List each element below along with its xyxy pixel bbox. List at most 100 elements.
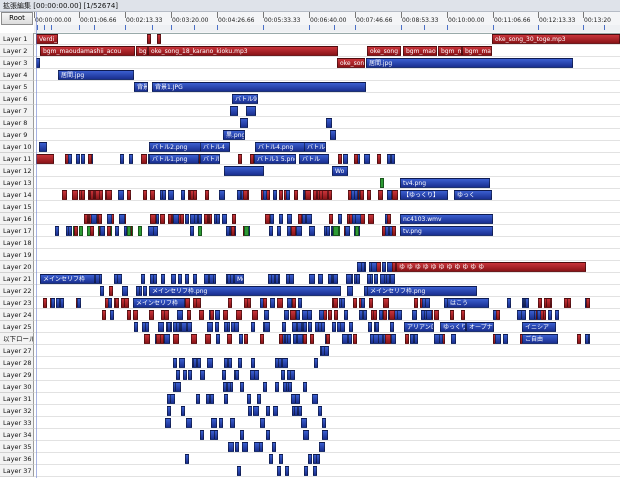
timeline-clip[interactable] — [173, 358, 177, 368]
timeline-clip[interactable] — [349, 322, 353, 332]
timeline-clip[interactable] — [273, 190, 277, 200]
timeline-clip[interactable] — [340, 322, 345, 332]
timeline-clip[interactable]: はこう — [447, 298, 489, 308]
timeline-clip[interactable] — [357, 262, 362, 272]
timeline-clip[interactable] — [412, 310, 417, 320]
timeline-clip[interactable] — [129, 154, 133, 164]
timeline-clip[interactable] — [344, 310, 348, 320]
timeline-clip[interactable] — [168, 190, 174, 200]
timeline-clip[interactable] — [290, 370, 295, 380]
timeline-clip[interactable] — [275, 358, 279, 368]
timeline-clip[interactable] — [231, 226, 235, 236]
timeline-clip[interactable] — [234, 322, 239, 332]
timeline-clip[interactable] — [383, 310, 387, 320]
timeline-clip[interactable] — [158, 322, 164, 332]
timeline-clip[interactable]: メインセリフ枠.png — [367, 286, 477, 296]
timeline-clip[interactable] — [461, 310, 465, 320]
timeline-clip[interactable] — [222, 214, 227, 224]
timeline-clip[interactable] — [270, 298, 275, 308]
timeline-clip[interactable] — [150, 214, 156, 224]
layer-row[interactable] — [34, 381, 620, 393]
ruler-scene-marker[interactable] — [355, 25, 356, 30]
timeline-clip[interactable] — [160, 214, 165, 224]
layer-name[interactable]: Layer 8 — [0, 117, 34, 129]
timeline-clip[interactable] — [36, 154, 54, 164]
layer-name[interactable]: Layer 12 — [0, 165, 34, 177]
timeline-clip[interactable] — [318, 406, 322, 416]
timeline-clip[interactable] — [260, 418, 265, 428]
timeline-clip[interactable] — [199, 310, 204, 320]
timeline-clip[interactable]: バトル1 5.png — [254, 154, 296, 164]
layer-name[interactable]: Layer 1 — [0, 33, 34, 45]
timeline-clip[interactable] — [286, 274, 290, 284]
timeline-clip[interactable] — [244, 334, 248, 344]
timeline-clip[interactable] — [283, 382, 287, 392]
timeline-clip[interactable] — [352, 214, 356, 224]
timeline-clip[interactable] — [178, 274, 182, 284]
timeline-clip[interactable] — [303, 382, 307, 392]
timeline-clip[interactable] — [314, 358, 318, 368]
timeline-clip[interactable] — [507, 298, 511, 308]
timeline-clip[interactable] — [321, 346, 325, 356]
timeline-clip[interactable] — [318, 274, 323, 284]
playhead-cursor[interactable] — [36, 12, 37, 478]
timeline-clip[interactable]: ご自由 — [522, 334, 558, 344]
timeline-clip[interactable] — [270, 214, 274, 224]
timeline-clip[interactable] — [223, 310, 228, 320]
layer-row[interactable] — [34, 309, 620, 321]
timeline-clip[interactable] — [176, 370, 180, 380]
timeline-clip[interactable] — [371, 262, 377, 272]
timeline-clip[interactable] — [286, 190, 290, 200]
timeline-clip[interactable] — [451, 334, 456, 344]
layer-row[interactable]: 黒.png — [34, 129, 620, 141]
timeline-clip[interactable] — [253, 406, 259, 416]
root-button[interactable]: Root — [1, 12, 33, 25]
layer-name[interactable]: Layer 34 — [0, 429, 34, 441]
timeline-clip[interactable] — [356, 274, 360, 284]
layer-row[interactable]: 背景 背景1.JPG — [34, 81, 620, 93]
layer-name[interactable]: Layer 3 — [0, 57, 34, 69]
timeline-clip[interactable] — [51, 298, 55, 308]
layer-name[interactable]: Layer 16 — [0, 213, 34, 225]
timeline-clip[interactable] — [224, 358, 228, 368]
timeline-clip[interactable] — [248, 406, 252, 416]
timeline-clip[interactable] — [185, 298, 190, 308]
timeline-clip[interactable] — [138, 226, 142, 236]
timeline-clip[interactable] — [380, 274, 385, 284]
timeline-clip[interactable]: Mo — [234, 274, 244, 284]
timeline-clip[interactable] — [326, 226, 330, 236]
timeline-clip[interactable] — [269, 226, 273, 236]
timeline-clip[interactable] — [240, 430, 244, 440]
timeline-clip[interactable] — [287, 214, 292, 224]
timeline-clip[interactable] — [298, 406, 302, 416]
layer-row[interactable] — [34, 237, 620, 249]
ruler-scene-marker[interactable] — [583, 25, 584, 30]
timeline-clip[interactable] — [273, 406, 278, 416]
timeline-clip[interactable] — [316, 454, 320, 464]
layer-name[interactable]: Layer 22 — [0, 285, 34, 297]
ruler-scene-marker[interactable] — [79, 25, 80, 30]
timeline-clip[interactable] — [368, 214, 374, 224]
timeline-clip[interactable] — [106, 190, 112, 200]
layer-row[interactable] — [34, 249, 620, 261]
timeline-clip[interactable] — [162, 190, 166, 200]
timeline-clip[interactable] — [279, 190, 283, 200]
timeline-clip[interactable] — [205, 334, 211, 344]
timeline-clip[interactable] — [227, 382, 231, 392]
timeline-clip[interactable] — [275, 274, 279, 284]
timeline-clip[interactable] — [228, 298, 232, 308]
layer-name[interactable]: Layer 35 — [0, 441, 34, 453]
layer-name[interactable]: Layer 28 — [0, 357, 34, 369]
timeline-clip[interactable] — [353, 298, 357, 308]
timeline-clip[interactable] — [141, 274, 145, 284]
timeline-clip[interactable] — [391, 334, 396, 344]
timeline-clip[interactable] — [150, 190, 155, 200]
layer-row[interactable] — [34, 405, 620, 417]
timeline-clip[interactable]: bgm_maouda — [403, 46, 437, 56]
timeline-clip[interactable]: bgm — [136, 46, 148, 56]
timeline-clip[interactable] — [529, 310, 535, 320]
timeline-clip[interactable] — [243, 190, 248, 200]
timeline-clip[interactable] — [422, 298, 426, 308]
timeline-clip[interactable] — [224, 166, 264, 176]
timeline-clip[interactable] — [246, 106, 256, 116]
